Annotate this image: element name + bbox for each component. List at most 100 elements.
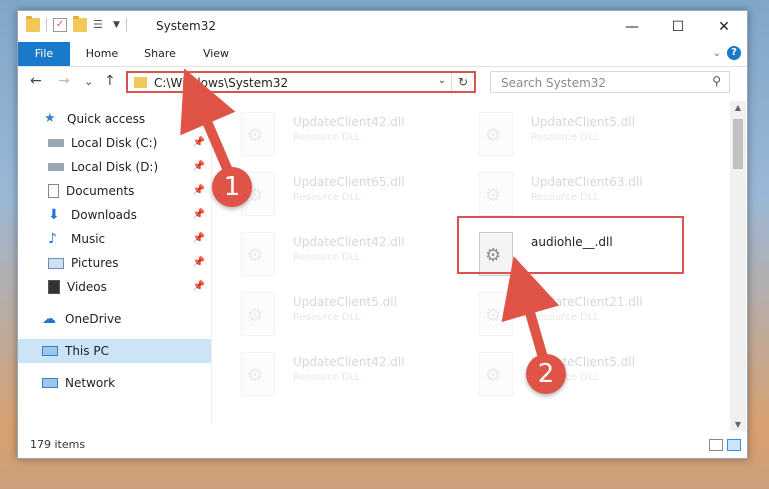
pin-icon[interactable]: 📌 <box>193 233 205 244</box>
sidebar-item-label: Documents <box>66 184 135 198</box>
sidebar-item-onedrive[interactable]: ☁ OneDrive <box>18 307 211 331</box>
refresh-button[interactable]: ↻ <box>451 73 474 91</box>
chevron-down-icon[interactable]: ▼ <box>113 20 120 30</box>
quick-access-toolbar: ✓ ☰ ▼ <box>26 16 127 32</box>
pin-icon[interactable]: 📌 <box>193 185 205 196</box>
view-toggle <box>709 439 741 451</box>
chevron-down-icon[interactable]: ⌄ <box>438 75 446 86</box>
back-button[interactable]: ← <box>30 73 42 89</box>
music-icon: ♪ <box>48 231 57 247</box>
tab-view[interactable]: View <box>196 42 236 66</box>
sidebar-item-label: Network <box>65 376 116 390</box>
tab-share[interactable]: Share <box>138 42 182 66</box>
pin-icon[interactable]: 📌 <box>193 257 205 268</box>
list-item[interactable]: ⚙ UpdateClient21.dll Resource DLL <box>461 287 671 341</box>
list-item[interactable]: ⚙ UpdateClient5.dll Resource DLL <box>461 347 671 401</box>
address-text[interactable]: C:\Windows\System32 <box>154 76 288 90</box>
navigation-pane: ★ Quick access Local Disk (C:) 📌 Local D… <box>18 101 212 421</box>
sidebar-item-label: This PC <box>65 344 109 358</box>
pin-icon[interactable]: 📌 <box>193 137 205 148</box>
pin-icon[interactable]: 📌 <box>193 281 205 292</box>
large-icons-view-icon[interactable] <box>727 439 741 451</box>
divider <box>125 18 127 32</box>
search-box[interactable]: ⚲ <box>490 71 730 93</box>
sidebar-item-network[interactable]: Network <box>18 371 211 395</box>
file-type: Resource DLL <box>293 132 361 143</box>
customize-icon[interactable]: ☰ <box>93 18 107 32</box>
sidebar-item-documents[interactable]: Documents 📌 <box>18 179 211 203</box>
sidebar-item-label: Music <box>71 232 106 246</box>
search-icon[interactable]: ⚲ <box>712 74 721 88</box>
dll-file-icon: ⚙ <box>479 112 513 156</box>
star-icon: ★ <box>44 111 56 126</box>
forward-button[interactable]: → <box>58 73 70 89</box>
sidebar-item-this-pc[interactable]: This PC <box>18 339 211 363</box>
sidebar-item-downloads[interactable]: ⬇ Downloads 📌 <box>18 203 211 227</box>
list-item[interactable]: ⚙ UpdateClient5.dll Resource DLL <box>223 287 433 341</box>
navigation-bar: ← → ⌄ ↑ C:\Windows\System32 ⌄ ↻ ⚲ <box>18 67 747 97</box>
pictures-icon <box>48 257 64 269</box>
scroll-down-icon[interactable]: ▼ <box>730 420 746 429</box>
step-2-badge: 2 <box>526 354 566 394</box>
sidebar-item-label: Quick access <box>67 112 146 126</box>
list-item[interactable]: ⚙ UpdateClient42.dll Resource DLL <box>223 107 433 161</box>
recent-locations-button[interactable]: ⌄ <box>84 75 93 88</box>
tab-home[interactable]: Home <box>80 42 124 66</box>
step-1-badge: 1 <box>212 167 252 207</box>
list-item[interactable]: ⚙ UpdateClient5.dll Resource DLL <box>461 107 671 161</box>
ribbon-right-controls: ⌄ ? <box>713 46 741 60</box>
status-bar: 179 items <box>18 432 747 458</box>
window-controls: — ☐ ✕ <box>609 11 747 42</box>
file-highlight-box <box>457 216 684 274</box>
minimize-button[interactable]: — <box>609 11 655 42</box>
vertical-scrollbar[interactable]: ▲ ▼ <box>730 101 746 431</box>
network-icon <box>42 378 58 388</box>
list-item[interactable]: ⚙ UpdateClient65.dll Resource DLL <box>223 167 433 221</box>
title-bar: ✓ ☰ ▼ System32 — ☐ ✕ <box>18 11 747 42</box>
details-view-icon[interactable] <box>709 439 723 451</box>
sidebar-item-label: Pictures <box>71 256 119 270</box>
documents-icon <box>48 184 59 198</box>
list-item[interactable]: ⚙ UpdateClient42.dll Resource DLL <box>223 227 433 281</box>
sidebar-item-videos[interactable]: Videos 📌 <box>18 275 211 299</box>
expand-ribbon-icon[interactable]: ⌄ <box>713 48 721 59</box>
search-input[interactable] <box>499 73 703 93</box>
dll-file-icon: ⚙ <box>479 352 513 396</box>
videos-icon <box>48 280 60 294</box>
file-name: UpdateClient42.dll <box>293 355 405 369</box>
help-icon[interactable]: ? <box>727 46 741 60</box>
computer-icon <box>42 346 58 356</box>
file-type: Resource DLL <box>293 192 361 203</box>
close-button[interactable]: ✕ <box>701 11 747 42</box>
maximize-button[interactable]: ☐ <box>655 11 701 42</box>
file-name: UpdateClient21.dll <box>531 295 643 309</box>
file-type: Resource DLL <box>531 132 599 143</box>
item-count: 179 items <box>30 438 86 451</box>
file-type: Resource DLL <box>293 372 361 383</box>
sidebar-item-label: Videos <box>67 280 107 294</box>
address-bar[interactable]: C:\Windows\System32 ⌄ ↻ <box>126 71 476 93</box>
file-type: Resource DLL <box>531 312 599 323</box>
sidebar-item-local-disk-c[interactable]: Local Disk (C:) 📌 <box>18 131 211 155</box>
up-button[interactable]: ↑ <box>104 73 116 89</box>
pin-icon[interactable]: 📌 <box>193 209 205 220</box>
file-name: UpdateClient42.dll <box>293 235 405 249</box>
file-name: UpdateClient5.dll <box>531 115 635 129</box>
sidebar-item-local-disk-d[interactable]: Local Disk (D:) 📌 <box>18 155 211 179</box>
drive-icon <box>48 163 64 171</box>
dll-file-icon: ⚙ <box>241 232 275 276</box>
dll-file-icon: ⚙ <box>479 292 513 336</box>
dll-file-icon: ⚙ <box>241 292 275 336</box>
new-folder-icon[interactable] <box>73 16 87 32</box>
scrollbar-thumb[interactable] <box>733 119 743 169</box>
list-item[interactable]: ⚙ UpdateClient42.dll Resource DLL <box>223 347 433 401</box>
sidebar-item-quick-access[interactable]: ★ Quick access <box>18 107 211 131</box>
sidebar-item-music[interactable]: ♪ Music 📌 <box>18 227 211 251</box>
properties-icon[interactable]: ✓ <box>53 18 67 32</box>
sidebar-item-pictures[interactable]: Pictures 📌 <box>18 251 211 275</box>
scroll-up-icon[interactable]: ▲ <box>730 103 746 112</box>
pin-icon[interactable]: 📌 <box>193 161 205 172</box>
list-item[interactable]: ⚙ UpdateClient63.dll Resource DLL <box>461 167 671 221</box>
tab-file[interactable]: File <box>18 42 70 66</box>
dll-file-icon: ⚙ <box>479 172 513 216</box>
